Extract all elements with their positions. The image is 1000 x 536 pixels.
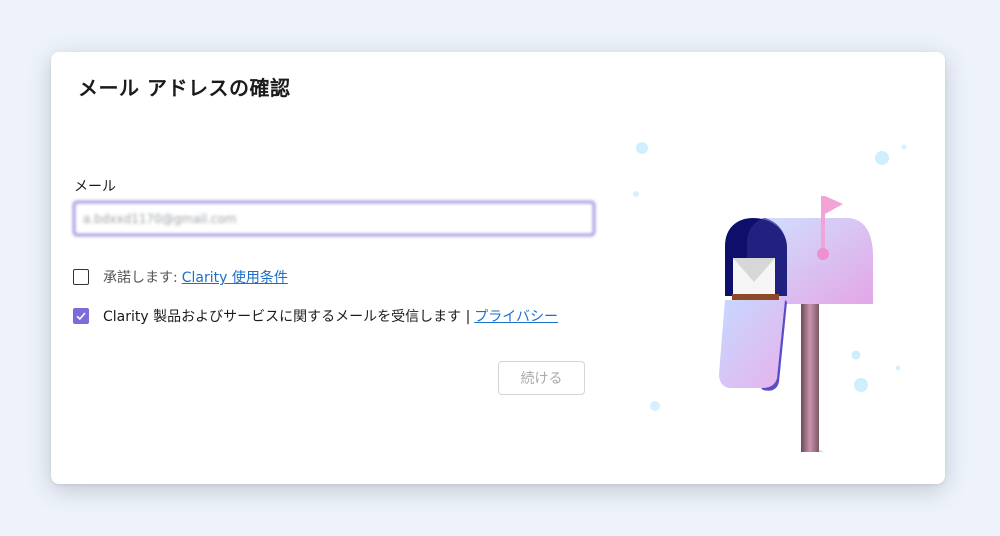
- marketing-checkbox[interactable]: [73, 308, 89, 324]
- continue-button[interactable]: 続ける: [498, 361, 585, 395]
- terms-row: 承諾します: Clarity 使用条件: [73, 267, 288, 287]
- checkmark-icon: [76, 312, 86, 321]
- mailbox-door: [719, 300, 785, 388]
- bubble: [633, 191, 639, 197]
- bubble: [875, 151, 889, 165]
- letter-tray: [732, 294, 779, 300]
- flag: [825, 196, 843, 214]
- mailbox-illustration: [633, 142, 907, 452]
- flag-pole: [821, 196, 825, 254]
- bubble: [895, 365, 901, 371]
- bubble: [901, 144, 907, 150]
- terms-link[interactable]: Clarity 使用条件: [182, 267, 288, 287]
- bubble: [851, 350, 861, 360]
- marketing-text: Clarity 製品およびサービスに関するメールを受信します |: [103, 309, 471, 325]
- bubble: [854, 378, 868, 392]
- dialog-title: メール アドレスの確認: [78, 76, 291, 100]
- post: [801, 298, 819, 452]
- bubble: [650, 401, 660, 411]
- email-label: メール: [74, 179, 116, 195]
- marketing-row: Clarity 製品およびサービスに関するメールを受信します | プライバシー: [73, 306, 558, 326]
- terms-prefix: 承諾します:: [103, 270, 178, 286]
- terms-checkbox[interactable]: [73, 269, 89, 285]
- email-verification-dialog: メール アドレスの確認 メール 承諾します: Clarity 使用条件 Clar…: [51, 52, 945, 484]
- email-field[interactable]: [73, 201, 595, 236]
- flag-knob: [817, 248, 829, 260]
- bubble: [636, 142, 648, 154]
- privacy-link[interactable]: プライバシー: [474, 306, 558, 326]
